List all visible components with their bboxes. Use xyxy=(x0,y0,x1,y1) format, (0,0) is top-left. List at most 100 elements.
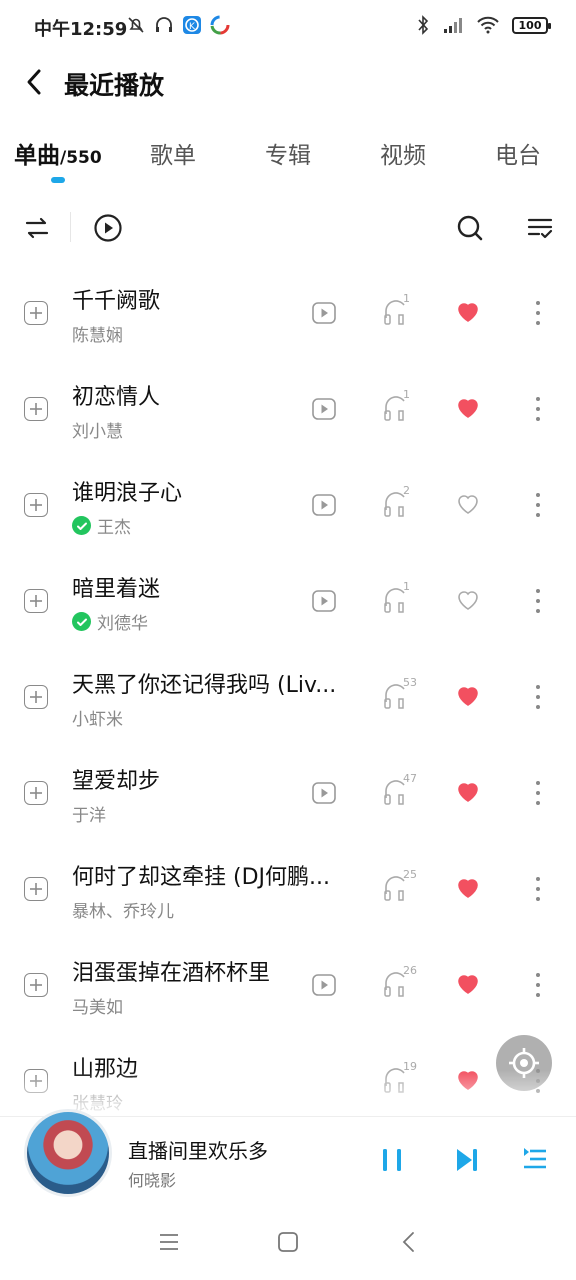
tab-singles[interactable]: 单曲/550 xyxy=(14,136,102,170)
mv-play-icon[interactable] xyxy=(311,397,337,421)
song-title: 天黑了你还记得我吗 (Liv... xyxy=(72,673,337,698)
signal-icon xyxy=(444,18,462,33)
tab-bar: 单曲/550 歌单 专辑 视频 电台 xyxy=(0,128,576,188)
add-to-playlist-icon[interactable] xyxy=(24,877,48,901)
play-all-icon[interactable] xyxy=(90,210,126,246)
tab-active-indicator xyxy=(51,177,65,183)
tab-singles-label: 单曲 xyxy=(14,143,60,169)
listen-count: 53 xyxy=(403,676,417,689)
listen-count: 26 xyxy=(403,964,417,977)
more-options-icon[interactable] xyxy=(528,587,548,615)
favorite-heart-icon[interactable] xyxy=(455,780,481,804)
menu-icon[interactable] xyxy=(155,1228,183,1256)
list-toolbar xyxy=(0,200,576,256)
wifi-icon xyxy=(477,16,499,34)
favorite-heart-icon[interactable] xyxy=(455,300,481,324)
add-to-playlist-icon[interactable] xyxy=(24,781,48,805)
listen-count: 47 xyxy=(403,772,417,785)
nav-back-icon[interactable] xyxy=(395,1228,423,1256)
list-fade-overlay xyxy=(0,1070,576,1118)
system-nav-bar xyxy=(0,1202,576,1280)
song-artist-line: 刘德华 xyxy=(72,609,148,634)
colorful-app-icon xyxy=(210,15,230,35)
tab-radio[interactable]: 电台 xyxy=(495,136,541,170)
song-artist: 刘小慧 xyxy=(72,422,123,442)
add-to-playlist-icon[interactable] xyxy=(24,973,48,997)
song-row[interactable]: 天黑了你还记得我吗 (Liv... 小虾米 53 xyxy=(0,649,576,745)
favorite-heart-icon[interactable] xyxy=(455,588,481,612)
favorite-heart-icon[interactable] xyxy=(455,972,481,996)
more-options-icon[interactable] xyxy=(528,779,548,807)
more-options-icon[interactable] xyxy=(528,875,548,903)
toolbar-divider xyxy=(70,212,71,242)
song-row[interactable]: 望爱却步 于洋 47 xyxy=(0,745,576,841)
shuffle-icon[interactable] xyxy=(19,210,55,246)
song-artist-line: 小虾米 xyxy=(72,705,123,730)
more-options-icon[interactable] xyxy=(528,491,548,519)
search-icon[interactable] xyxy=(452,210,488,246)
back-arrow-icon[interactable] xyxy=(20,64,48,100)
song-artist-line: 陈慧娴 xyxy=(72,321,123,346)
song-artist-line: 马美如 xyxy=(72,993,123,1018)
verified-check-icon xyxy=(72,612,91,631)
mv-play-icon[interactable] xyxy=(311,301,337,325)
mv-play-icon[interactable] xyxy=(311,493,337,517)
listen-count: 2 xyxy=(403,484,410,497)
mv-play-icon[interactable] xyxy=(311,781,337,805)
system-icons: 100 xyxy=(416,15,551,35)
add-to-playlist-icon[interactable] xyxy=(24,493,48,517)
song-row[interactable]: 千千阙歌 陈慧娴 1 xyxy=(0,265,576,361)
tab-singles-count: /550 xyxy=(60,148,102,168)
batch-manage-icon[interactable] xyxy=(522,210,558,246)
add-to-playlist-icon[interactable] xyxy=(24,301,48,325)
add-to-playlist-icon[interactable] xyxy=(24,589,48,613)
song-row[interactable]: 谁明浪子心 王杰 2 xyxy=(0,457,576,553)
song-artist: 暴林、乔玲儿 xyxy=(72,902,174,922)
song-artist: 陈慧娴 xyxy=(72,326,123,346)
listen-count-indicator: 53 xyxy=(383,676,423,710)
more-options-icon[interactable] xyxy=(528,395,548,423)
listen-count-indicator: 47 xyxy=(383,772,423,806)
listen-count-indicator: 25 xyxy=(383,868,423,902)
favorite-heart-icon[interactable] xyxy=(455,396,481,420)
tab-playlists[interactable]: 歌单 xyxy=(150,136,196,170)
favorite-heart-icon[interactable] xyxy=(455,684,481,708)
add-to-playlist-icon[interactable] xyxy=(24,397,48,421)
listen-count: 25 xyxy=(403,868,417,881)
battery-indicator: 100 xyxy=(512,16,551,34)
song-row[interactable]: 暗里着迷 刘德华 1 xyxy=(0,553,576,649)
album-cover[interactable] xyxy=(24,1109,112,1197)
song-row[interactable]: 泪蛋蛋掉在酒杯杯里 马美如 26 xyxy=(0,937,576,1033)
more-options-icon[interactable] xyxy=(528,299,548,327)
more-options-icon[interactable] xyxy=(528,971,548,999)
song-artist-line: 暴林、乔玲儿 xyxy=(72,897,174,922)
verified-check-icon xyxy=(72,516,91,535)
favorite-heart-icon[interactable] xyxy=(455,492,481,516)
tab-albums[interactable]: 专辑 xyxy=(265,136,311,170)
status-time: 中午12:59 xyxy=(34,19,128,40)
favorite-heart-icon[interactable] xyxy=(455,876,481,900)
song-row[interactable]: 何时了却这牵挂 (DJ何鹏... 暴林、乔玲儿 25 xyxy=(0,841,576,937)
song-artist: 小虾米 xyxy=(72,710,123,730)
listen-count-indicator: 1 xyxy=(383,580,423,614)
mini-player[interactable]: 直播间里欢乐多 何晓影 xyxy=(0,1109,576,1202)
add-to-playlist-icon[interactable] xyxy=(24,685,48,709)
pause-icon[interactable] xyxy=(377,1145,407,1175)
mv-play-icon[interactable] xyxy=(311,589,337,613)
song-artist-line: 于洋 xyxy=(72,801,106,826)
bluetooth-icon xyxy=(418,15,429,35)
next-track-icon[interactable] xyxy=(452,1145,482,1175)
song-row[interactable]: 初恋情人 刘小慧 1 xyxy=(0,361,576,457)
more-options-icon[interactable] xyxy=(528,683,548,711)
song-artist: 刘德华 xyxy=(97,614,148,634)
mv-play-icon[interactable] xyxy=(311,973,337,997)
listen-count: 1 xyxy=(403,580,410,593)
song-artist: 王杰 xyxy=(97,518,131,538)
song-list: 千千阙歌 陈慧娴 1 初恋情人 刘小慧 1 谁明浪子心 王杰 2 暗里着迷 刘德… xyxy=(0,265,576,1129)
notification-icons: K xyxy=(126,15,230,35)
playlist-queue-icon[interactable] xyxy=(520,1145,550,1175)
listen-count: 1 xyxy=(403,388,410,401)
tab-videos[interactable]: 视频 xyxy=(380,136,426,170)
home-icon[interactable] xyxy=(274,1228,302,1256)
listen-count-indicator: 26 xyxy=(383,964,423,998)
